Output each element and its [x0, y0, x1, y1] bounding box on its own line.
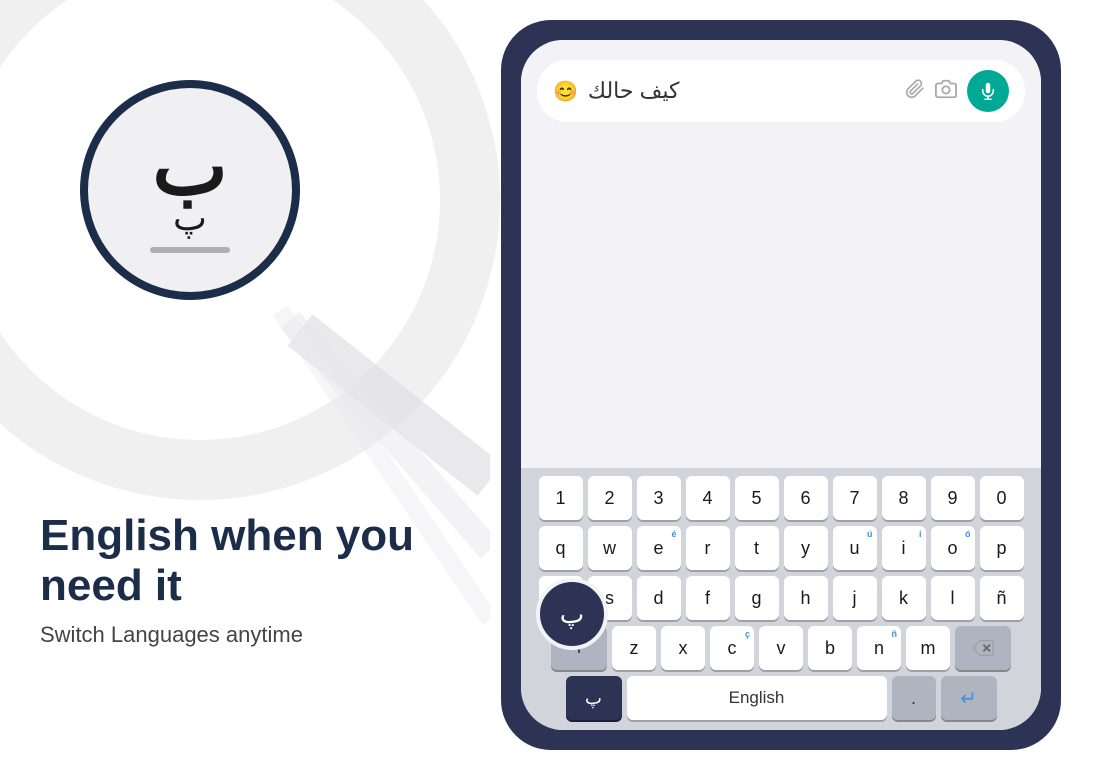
key-0[interactable]: 0: [980, 476, 1024, 520]
key-d[interactable]: d: [637, 576, 681, 620]
search-bar: 😊 كيف حالك: [537, 60, 1025, 122]
paperclip-icon[interactable]: [905, 79, 925, 104]
lang-switcher-char: پ: [560, 599, 584, 630]
key-w[interactable]: w: [588, 526, 632, 570]
key-e[interactable]: eé: [637, 526, 681, 570]
phone-top: 😊 كيف حالك: [521, 40, 1041, 468]
key-x[interactable]: x: [661, 626, 705, 670]
key-p[interactable]: p: [980, 526, 1024, 570]
key-k[interactable]: k: [882, 576, 926, 620]
key-4[interactable]: 4: [686, 476, 730, 520]
headline-line2: need it: [40, 561, 182, 610]
camera-icon[interactable]: [935, 78, 957, 105]
key-6[interactable]: 6: [784, 476, 828, 520]
text-content: English when you need it Switch Language…: [40, 511, 414, 648]
arabic-letter-small: پ: [173, 197, 207, 239]
return-key[interactable]: ↵: [941, 676, 997, 720]
key-q[interactable]: q: [539, 526, 583, 570]
arabic-letter-circle: ب پ: [80, 80, 300, 300]
key-u[interactable]: uú: [833, 526, 877, 570]
key-row-zxcv: z x cç v b nñ m: [527, 626, 1035, 670]
emoji-icon[interactable]: 😊: [553, 79, 578, 104]
key-row-qwerty: q w eé r t y uú ií oó p: [527, 526, 1035, 570]
key-f[interactable]: f: [686, 576, 730, 620]
space-label: English: [729, 688, 785, 708]
key-z[interactable]: z: [612, 626, 656, 670]
key-h[interactable]: h: [784, 576, 828, 620]
key-3[interactable]: 3: [637, 476, 681, 520]
key-1[interactable]: 1: [539, 476, 583, 520]
key-2[interactable]: 2: [588, 476, 632, 520]
space-key[interactable]: English: [627, 676, 887, 720]
key-r[interactable]: r: [686, 526, 730, 570]
key-o[interactable]: oó: [931, 526, 975, 570]
period-key[interactable]: .: [892, 676, 936, 720]
key-5[interactable]: 5: [735, 476, 779, 520]
key-i[interactable]: ií: [882, 526, 926, 570]
circle-underline: [150, 247, 230, 253]
mic-button[interactable]: [967, 70, 1009, 112]
subheadline: Switch Languages anytime: [40, 622, 414, 648]
key-y[interactable]: y: [784, 526, 828, 570]
lang-switcher-circle[interactable]: پ: [536, 578, 608, 650]
key-c[interactable]: cç: [710, 626, 754, 670]
arabic-text-input: كيف حالك: [588, 78, 680, 104]
arabic-letter-large: ب: [152, 127, 227, 207]
key-row-numbers: 1 2 3 4 5 6 7 8 9 0: [527, 476, 1035, 520]
key-n-tilde[interactable]: ñ: [980, 576, 1024, 620]
key-j[interactable]: j: [833, 576, 877, 620]
headline: English when you need it: [40, 511, 414, 612]
key-row-bottom: پ English . ↵: [527, 676, 1035, 720]
key-g[interactable]: g: [735, 576, 779, 620]
search-icons: [905, 70, 1009, 112]
key-7[interactable]: 7: [833, 476, 877, 520]
key-9[interactable]: 9: [931, 476, 975, 520]
key-n[interactable]: nñ: [857, 626, 901, 670]
key-8[interactable]: 8: [882, 476, 926, 520]
key-b[interactable]: b: [808, 626, 852, 670]
search-left: 😊 كيف حالك: [553, 78, 905, 104]
backspace-key[interactable]: [955, 626, 1011, 670]
headline-line1: English when you: [40, 511, 414, 560]
key-l[interactable]: l: [931, 576, 975, 620]
key-t[interactable]: t: [735, 526, 779, 570]
language-key[interactable]: پ: [566, 676, 622, 720]
key-v[interactable]: v: [759, 626, 803, 670]
key-m[interactable]: m: [906, 626, 950, 670]
